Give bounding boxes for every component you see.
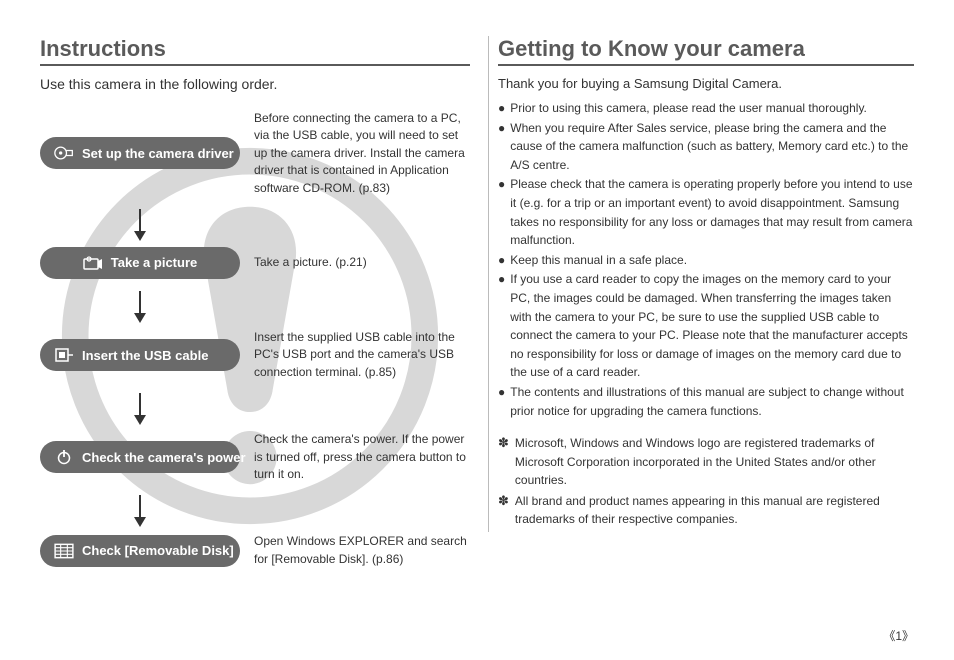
list-item: ●When you require After Sales service, p… [498, 119, 914, 175]
step-label: Check the camera's power [82, 450, 246, 465]
bullet-dot: ● [498, 251, 505, 270]
list-item: ●Please check that the camera is operati… [498, 175, 914, 249]
page-number: 《1》 [883, 627, 914, 644]
note-symbol-icon: ✽ [498, 434, 509, 490]
step-desc: Check the camera's power. If the power i… [254, 431, 470, 483]
step-label: Set up the camera driver [82, 146, 234, 161]
bullet-dot: ● [498, 383, 505, 420]
step-pill-usb: Insert the USB cable [40, 339, 240, 371]
step-row: Check [Removable Disk] Open Windows EXPL… [40, 533, 470, 568]
step-label: Insert the USB cable [82, 348, 226, 363]
step-pill-disk: Check [Removable Disk] [40, 535, 240, 567]
note-symbol-icon: ✽ [498, 492, 509, 529]
flow-arrow-icon [40, 283, 240, 329]
bullet-text: Please check that the camera is operatin… [510, 175, 914, 249]
bullet-text: Prior to using this camera, please read … [510, 99, 914, 118]
flow-arrow-icon [40, 385, 240, 431]
note-text: All brand and product names appearing in… [515, 492, 914, 529]
step-desc: Insert the supplied USB cable into the P… [254, 329, 470, 381]
bullet-dot: ● [498, 99, 505, 118]
bullet-text: When you require After Sales service, pl… [510, 119, 914, 175]
step-desc: Open Windows EXPLORER and search for [Re… [254, 533, 470, 568]
step-desc: Before connecting the camera to a PC, vi… [254, 110, 470, 197]
step-row: Check the camera's power Check the camer… [40, 431, 470, 483]
step-desc: Take a picture. (p.21) [254, 254, 367, 271]
intro-text: Thank you for buying a Samsung Digital C… [498, 76, 914, 91]
usb-icon [54, 347, 74, 363]
column-divider [488, 36, 489, 532]
step-pill-power: Check the camera's power [40, 441, 240, 473]
step-row: Insert the USB cable Insert the supplied… [40, 329, 470, 381]
step-pill-driver: Set up the camera driver [40, 137, 240, 169]
list-item: ●The contents and illustrations of this … [498, 383, 914, 420]
list-item: ●If you use a card reader to copy the im… [498, 270, 914, 382]
power-icon [54, 449, 74, 465]
bullet-list: ● Prior to using this camera, please read… [498, 99, 914, 420]
right-title: Getting to Know your camera [498, 36, 914, 66]
bullet-dot: ● [498, 119, 505, 175]
bullet-text: Keep this manual in a safe place. [510, 251, 914, 270]
list-item: ✽Microsoft, Windows and Windows logo are… [498, 434, 914, 490]
bullet-dot: ● [498, 175, 505, 249]
step-label: Check [Removable Disk] [82, 543, 234, 558]
camera-icon [83, 255, 103, 271]
flow-arrow-icon [40, 487, 240, 533]
trademark-notes: ✽Microsoft, Windows and Windows logo are… [498, 434, 914, 529]
list-item: ● Prior to using this camera, please read… [498, 99, 914, 118]
disk-icon [54, 543, 74, 559]
steps-flow: Set up the camera driver Before connecti… [40, 110, 470, 568]
bullet-dot: ● [498, 270, 505, 382]
bullet-text: If you use a card reader to copy the ima… [510, 270, 914, 382]
bullet-text: The contents and illustrations of this m… [510, 383, 914, 420]
step-label: Take a picture [111, 255, 197, 270]
list-item: ● Keep this manual in a safe place. [498, 251, 914, 270]
left-subhead: Use this camera in the following order. [40, 76, 470, 92]
step-row: Take a picture Take a picture. (p.21) [40, 247, 470, 279]
step-pill-picture: Take a picture [40, 247, 240, 279]
cd-icon [54, 145, 74, 161]
step-row: Set up the camera driver Before connecti… [40, 110, 470, 197]
note-text: Microsoft, Windows and Windows logo are … [515, 434, 914, 490]
flow-arrow-icon [40, 201, 240, 247]
left-title: Instructions [40, 36, 470, 66]
list-item: ✽All brand and product names appearing i… [498, 492, 914, 529]
